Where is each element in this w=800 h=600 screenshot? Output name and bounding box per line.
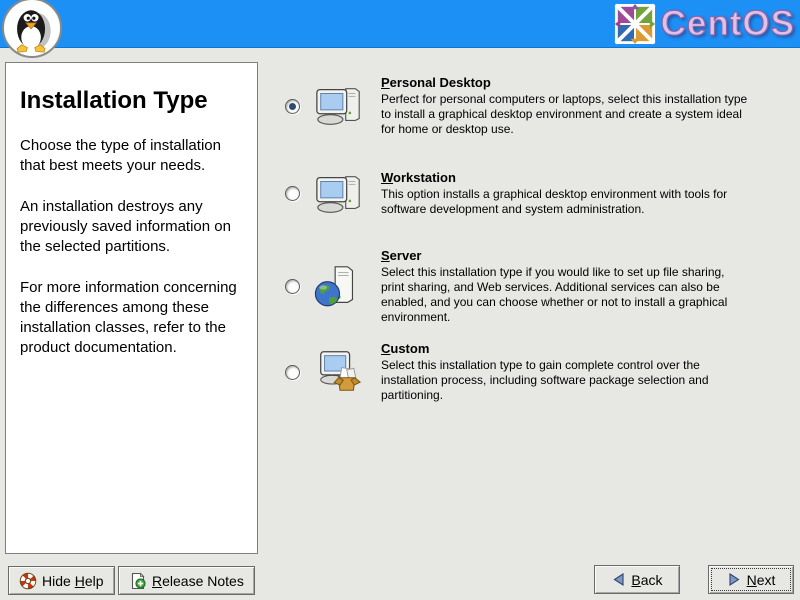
back-label: Back (631, 572, 662, 588)
help-paragraph: Choose the type of installation that bes… (20, 136, 245, 176)
page-title: Installation Type (20, 87, 245, 115)
tux-penguin-icon (2, 0, 62, 58)
installer-window: CentOS Installation Type Choose the type… (0, 0, 800, 600)
release-notes-label: Release Notes (152, 573, 244, 589)
workstation-computer-icon (314, 171, 381, 217)
option-description: Perfect for personal computers or laptop… (381, 92, 751, 137)
arrow-left-icon (611, 572, 626, 587)
option-description: This option installs a graphical desktop… (381, 187, 751, 217)
option-personal-desktop[interactable]: Personal Desktop Perfect for personal co… (285, 75, 747, 137)
help-panel: Installation Type Choose the type of ins… (5, 62, 258, 554)
arrow-right-icon (727, 572, 742, 587)
brand-wordmark: CentOS (661, 4, 795, 44)
hide-help-button[interactable]: Hide Help (8, 566, 115, 595)
server-globe-icon (314, 263, 381, 311)
centos-four-arrows-icon (614, 3, 656, 45)
radio-personal-desktop[interactable] (285, 99, 300, 114)
option-description: Select this installation type if you wou… (381, 265, 751, 325)
desktop-computer-icon (314, 83, 381, 129)
custom-package-box-icon (314, 348, 381, 396)
option-custom[interactable]: Custom Select this installation type to … (285, 341, 747, 403)
hide-help-label: Hide Help (42, 573, 104, 589)
life-preserver-icon (19, 572, 37, 590)
option-label: Custom (381, 341, 751, 357)
option-text: Custom Select this installation type to … (381, 341, 751, 403)
option-text: Personal Desktop Perfect for personal co… (381, 75, 751, 137)
option-label: Personal Desktop (381, 75, 751, 91)
option-label: Workstation (381, 170, 751, 186)
release-notes-button[interactable]: Release Notes (118, 566, 255, 595)
radio-custom[interactable] (285, 365, 300, 380)
option-workstation[interactable]: Workstation This option installs a graph… (285, 170, 747, 217)
radio-server[interactable] (285, 279, 300, 294)
radio-workstation[interactable] (285, 186, 300, 201)
option-label: Server (381, 248, 751, 264)
help-paragraph: An installation destroys any previously … (20, 197, 245, 257)
option-server[interactable]: Server Select this installation type if … (285, 248, 747, 325)
option-text: Server Select this installation type if … (381, 248, 751, 325)
centos-logo: CentOS (614, 2, 795, 46)
option-description: Select this installation type to gain co… (381, 358, 751, 403)
document-plus-icon (129, 572, 147, 590)
option-text: Workstation This option installs a graph… (381, 170, 751, 217)
next-button[interactable]: Next (708, 565, 794, 594)
help-paragraph: For more information concerning the diff… (20, 278, 245, 358)
back-button[interactable]: Back (594, 565, 680, 594)
next-label: Next (747, 572, 776, 588)
